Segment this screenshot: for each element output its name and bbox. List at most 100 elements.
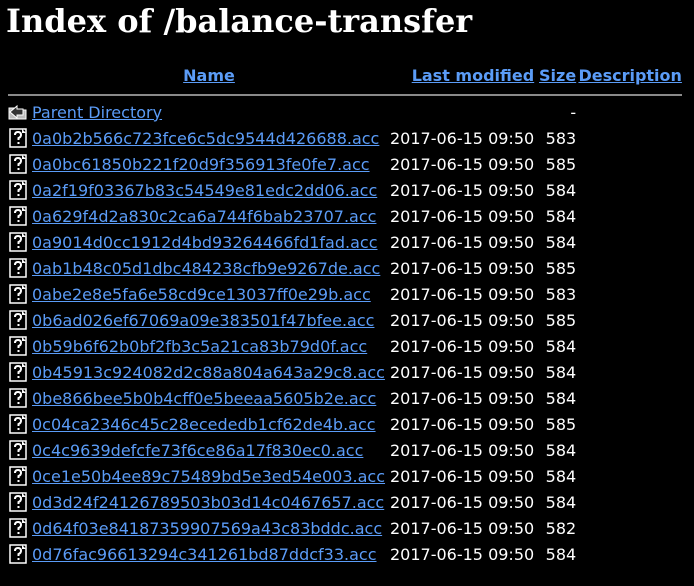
unknown-file-icon	[8, 204, 28, 228]
file-description	[578, 152, 682, 176]
file-link[interactable]: 0d76fac96613294c341261bd87ddcf33.acc	[32, 545, 377, 564]
file-row[interactable]: 0d3d24f24126789503b03d14c0467657.acc 2017…	[8, 490, 682, 514]
file-row[interactable]: 0d64f03e84187359907569a43c83bddc.acc 2017…	[8, 516, 682, 540]
file-row[interactable]: 0c04ca2346c45c28ecededb1cf62de4b.acc 2017…	[8, 412, 682, 436]
page-title: Index of /balance-transfer	[6, 2, 473, 40]
separator-row	[8, 88, 683, 98]
unknown-file-icon	[8, 230, 28, 254]
file-description	[578, 464, 682, 488]
file-description	[578, 204, 682, 228]
file-description	[578, 178, 682, 202]
file-modified: 2017-06-15 09:50	[390, 544, 535, 564]
file-modified: 2017-06-15 09:50	[390, 284, 535, 304]
file-modified: 2017-06-15 09:50	[390, 206, 535, 226]
file-size: 584	[545, 388, 577, 408]
file-row[interactable]: 0d76fac96613294c341261bd87ddcf33.acc 2017…	[8, 542, 682, 566]
file-link[interactable]: 0d3d24f24126789503b03d14c0467657.acc	[32, 493, 384, 512]
file-row[interactable]: 0b59b6f62b0bf2fb3c5a21ca83b79d0f.acc 2017…	[8, 334, 682, 358]
file-description	[578, 516, 682, 540]
description-column-header[interactable]: Description	[578, 64, 682, 86]
unknown-file-icon	[8, 256, 28, 280]
file-row[interactable]: 0abe2e8e5fa6e58cd9ce13037ff0e29b.acc 2017…	[8, 282, 682, 306]
parent-modified	[390, 100, 534, 124]
file-link[interactable]: 0a9014d0cc1912d4bd93264466fd1fad.acc	[32, 233, 377, 252]
file-description	[578, 360, 682, 384]
unknown-file-icon	[8, 412, 28, 436]
file-link[interactable]: 0a0bc61850b221f20d9f356913fe0fe7.acc	[32, 155, 370, 174]
file-description	[578, 308, 682, 332]
unknown-file-icon	[8, 464, 28, 488]
file-size: 584	[545, 466, 577, 486]
file-modified: 2017-06-15 09:50	[390, 154, 535, 174]
icon-column-header	[8, 64, 28, 86]
file-row[interactable]: 0be866bee5b0b4cff0e5beeaa5605b2e.acc 2017…	[8, 386, 682, 410]
file-modified: 2017-06-15 09:50	[390, 440, 535, 460]
parent-description	[578, 100, 682, 124]
name-column-header[interactable]: Name	[30, 64, 388, 86]
unknown-file-icon	[8, 516, 28, 540]
parent-directory-row[interactable]: Parent Directory -	[8, 100, 682, 124]
file-description	[578, 282, 682, 306]
file-row[interactable]: 0b45913c924082d2c88a804a643a29c8.acc 2017…	[8, 360, 682, 384]
file-row[interactable]: 0ce1e50b4ee89c75489bd5e3ed54e003.acc 2017…	[8, 464, 682, 488]
unknown-file-icon	[8, 490, 28, 514]
file-size: 584	[545, 440, 577, 460]
file-modified: 2017-06-15 09:50	[390, 492, 535, 512]
file-link[interactable]: 0b45913c924082d2c88a804a643a29c8.acc	[32, 363, 385, 382]
file-link[interactable]: 0a2f19f03367b83c54549e81edc2dd06.acc	[32, 181, 377, 200]
file-row[interactable]: 0a629f4d2a830c2ca6a744f6bab23707.acc 2017…	[8, 204, 682, 228]
sort-by-last-modified-link[interactable]: Last modified	[412, 66, 535, 85]
unknown-file-icon	[8, 126, 28, 150]
file-modified: 2017-06-15 09:50	[390, 518, 535, 538]
file-row[interactable]: 0a9014d0cc1912d4bd93264466fd1fad.acc 2017…	[8, 230, 682, 254]
sort-by-size-link[interactable]: Size	[539, 66, 576, 85]
file-description	[578, 490, 682, 514]
file-row[interactable]: 0ab1b48c05d1dbc484238cfb9e9267de.acc 2017…	[8, 256, 682, 280]
back-folder-icon	[8, 100, 28, 124]
file-link[interactable]: 0be866bee5b0b4cff0e5beeaa5605b2e.acc	[32, 389, 376, 408]
file-size: 585	[545, 258, 577, 278]
file-link[interactable]: 0d64f03e84187359907569a43c83bddc.acc	[32, 519, 382, 538]
file-description	[578, 230, 682, 254]
file-description	[578, 386, 682, 410]
file-description	[578, 126, 682, 150]
file-row[interactable]: 0a2f19f03367b83c54549e81edc2dd06.acc 2017…	[8, 178, 682, 202]
file-link[interactable]: 0a0b2b566c723fce6c5dc9544d426688.acc	[32, 129, 379, 148]
file-row[interactable]: 0a0b2b566c723fce6c5dc9544d426688.acc 2017…	[8, 126, 682, 150]
file-description	[578, 334, 682, 358]
file-link[interactable]: 0a629f4d2a830c2ca6a744f6bab23707.acc	[32, 207, 376, 226]
file-row[interactable]: 0c4c9639defcfe73f6ce86a17f830ec0.acc 2017…	[8, 438, 682, 462]
unknown-file-icon	[8, 334, 28, 358]
file-link[interactable]: 0abe2e8e5fa6e58cd9ce13037ff0e29b.acc	[32, 285, 371, 304]
sort-by-description-link[interactable]: Description	[578, 66, 681, 85]
file-modified: 2017-06-15 09:50	[390, 388, 535, 408]
file-modified: 2017-06-15 09:50	[390, 128, 535, 148]
file-modified: 2017-06-15 09:50	[390, 180, 535, 200]
parent-directory-link[interactable]: Parent Directory	[32, 103, 162, 122]
unknown-file-icon	[8, 386, 28, 410]
file-link[interactable]: 0ce1e50b4ee89c75489bd5e3ed54e003.acc	[32, 467, 385, 486]
file-modified: 2017-06-15 09:50	[390, 362, 535, 382]
unknown-file-icon	[8, 178, 28, 202]
unknown-file-icon	[8, 308, 28, 332]
file-size: 585	[545, 414, 577, 434]
file-size: 585	[545, 310, 577, 330]
file-link[interactable]: 0b59b6f62b0bf2fb3c5a21ca83b79d0f.acc	[32, 337, 367, 356]
file-modified: 2017-06-15 09:50	[390, 310, 535, 330]
file-link[interactable]: 0ab1b48c05d1dbc484238cfb9e9267de.acc	[32, 259, 380, 278]
size-column-header[interactable]: Size	[536, 64, 576, 86]
last-modified-column-header[interactable]: Last modified	[390, 64, 535, 86]
unknown-file-icon	[8, 282, 28, 306]
file-link[interactable]: 0b6ad026ef67069a09e383501f47bfee.acc	[32, 311, 374, 330]
file-description	[578, 412, 682, 436]
unknown-file-icon	[8, 438, 28, 462]
file-row[interactable]: 0a0bc61850b221f20d9f356913fe0fe7.acc 2017…	[8, 152, 682, 176]
file-size: 584	[545, 336, 577, 356]
file-size: 584	[545, 206, 577, 226]
file-link[interactable]: 0c04ca2346c45c28ecededb1cf62de4b.acc	[32, 415, 376, 434]
file-row[interactable]: 0b6ad026ef67069a09e383501f47bfee.acc 2017…	[8, 308, 682, 332]
sort-by-name-link[interactable]: Name	[183, 66, 235, 85]
file-size: 583	[545, 128, 577, 148]
file-link[interactable]: 0c4c9639defcfe73f6ce86a17f830ec0.acc	[32, 441, 363, 460]
header-row: Name Last modified Size Description	[8, 64, 682, 86]
